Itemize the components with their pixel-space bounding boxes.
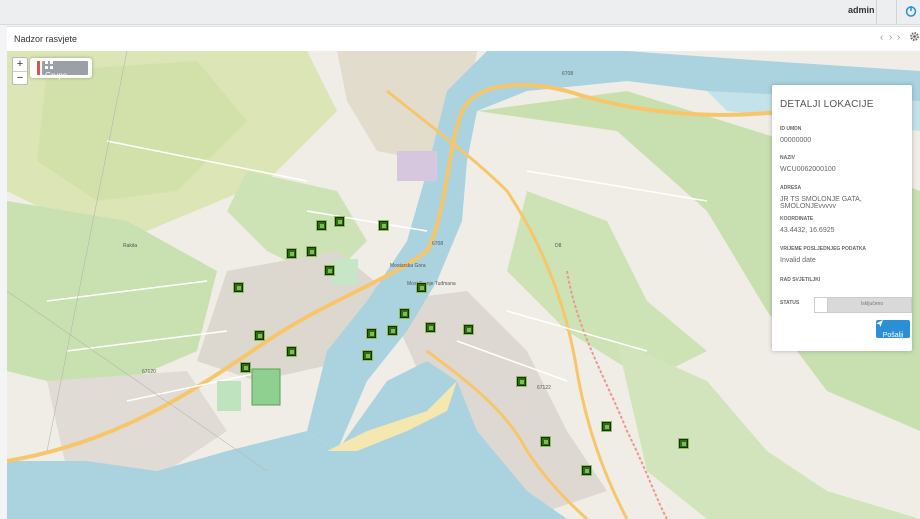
groups-icon [45,61,53,69]
lamp-marker[interactable] [582,466,591,475]
map-view[interactable]: Mostarska Gora Rakita Most Franje Tuđman… [7,51,920,519]
field-label: ADRESA [780,185,802,191]
detail-title: DETALJI LOKACIJE [780,99,874,110]
chevron-right-icon[interactable]: › [889,32,892,43]
lamp-marker[interactable] [541,437,550,446]
lamp-marker[interactable] [287,249,296,258]
map-label: 67122 [537,385,551,391]
lighting-panel: Nadzor rasvjete ‹ › › Mostarska Gora Rak… [7,26,920,519]
zoom-out-button[interactable]: − [13,72,27,85]
lamp-marker[interactable] [388,326,397,335]
lamp-marker[interactable] [234,283,243,292]
lamp-marker[interactable] [417,283,426,292]
status-value: Isključeno [860,301,884,307]
field-label: NAZIV [780,155,795,161]
lamp-marker[interactable] [400,309,409,318]
lamp-marker[interactable] [307,247,316,256]
status-toggle[interactable]: Isključeno [814,297,912,313]
top-bar: admin [0,0,920,25]
field-value-name: WCU0062000100 [780,166,836,173]
map-label: Most Franje Tuđmana [407,281,456,287]
zoom-control: + − [12,57,28,85]
lamp-marker[interactable] [464,325,473,334]
field-label: KOORDINATE [780,216,814,222]
map-label: D8 [555,243,562,249]
topbar-divider [876,0,877,24]
send-button-label: Pošalji [882,332,904,339]
zoom-in-button[interactable]: + [13,58,27,72]
lamp-marker[interactable] [426,323,435,332]
map-label: 6708 [432,241,444,247]
lamp-marker[interactable] [517,377,526,386]
user-name[interactable]: admin [848,5,875,15]
lamp-marker[interactable] [325,266,334,275]
power-icon[interactable] [904,4,918,18]
map-label: 67120 [142,369,156,375]
lamp-marker[interactable] [367,329,376,338]
groups-control: Grupe [30,58,92,80]
status-label: STATUS [780,300,800,306]
lamp-marker[interactable] [335,217,344,226]
topbar-divider [896,0,897,24]
lamp-marker[interactable] [363,351,372,360]
lamp-marker[interactable] [379,221,388,230]
field-label: RAD SVJETILJKI [780,277,821,283]
paper-plane-icon [876,320,883,327]
field-value-coordinates: 43.4432, 16.6925 [780,227,835,234]
lamp-marker[interactable] [287,347,296,356]
field-value-id: 00000000 [780,137,812,144]
gear-icon[interactable] [909,31,920,42]
groups-indicator [37,61,40,75]
field-label: ID UMDN [780,126,802,132]
field-value-address: JR TS SMOLONJE GATA, SMOLONJEvvvvv [780,196,862,210]
chevron-left-icon[interactable]: ‹ [880,32,883,43]
field-label: VRIJEME POSLJEDNJEG PODATKA [780,246,867,252]
lamp-marker[interactable] [602,422,611,431]
chevron-end-icon[interactable]: › [897,32,900,43]
send-button[interactable]: Pošalji [876,320,910,339]
location-detail-panel: DETALJI LOKACIJE ID UMDN 00000000 NAZIV … [772,85,912,351]
lamp-marker[interactable] [241,363,250,372]
page-title: Nadzor rasvjete [14,34,78,44]
toggle-knob[interactable] [815,298,828,312]
lamp-marker[interactable] [317,221,326,230]
groups-button[interactable]: Grupe [42,61,88,80]
map-label: Mostarska Gora [390,263,426,269]
map-label: 6708 [562,71,574,77]
lamp-marker[interactable] [255,331,264,340]
map-label: Rakita [123,243,138,249]
field-value-last-data: Invalid date [780,257,816,264]
lamp-marker[interactable] [679,439,688,448]
groups-button-label: Grupe [45,71,68,80]
